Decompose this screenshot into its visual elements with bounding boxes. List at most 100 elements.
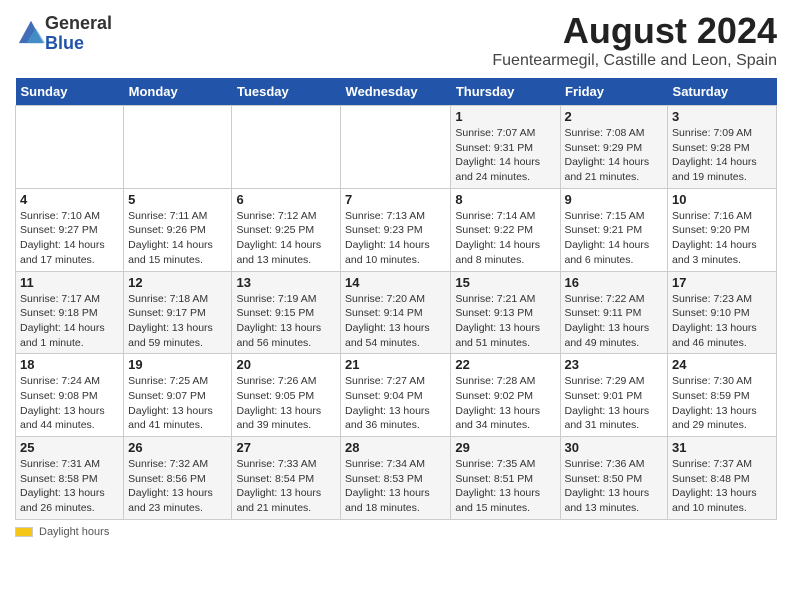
calendar-cell: 20 Sunrise: 7:26 AM Sunset: 9:05 PM Dayli…: [232, 354, 341, 437]
calendar-cell: 3 Sunrise: 7:09 AM Sunset: 9:28 PM Daylig…: [668, 106, 777, 189]
calendar-header-friday: Friday: [560, 78, 668, 106]
title-area: August 2024 Fuentearmegil, Castille and …: [492, 10, 777, 70]
day-number: 20: [236, 357, 336, 372]
day-number: 19: [128, 357, 227, 372]
day-number: 25: [20, 440, 119, 455]
day-info: Sunrise: 7:20 AM Sunset: 9:14 PM Dayligh…: [345, 292, 446, 351]
day-number: 28: [345, 440, 446, 455]
day-info: Sunrise: 7:11 AM Sunset: 9:26 PM Dayligh…: [128, 209, 227, 268]
day-info: Sunrise: 7:18 AM Sunset: 9:17 PM Dayligh…: [128, 292, 227, 351]
calendar-cell: 16Sunrise: 7:22 AM Sunset: 9:11 PM Dayli…: [560, 271, 668, 354]
day-info: Sunrise: 7:08 AM Sunset: 9:29 PM Dayligh…: [565, 126, 664, 185]
header: General Blue August 2024 Fuentearmegil, …: [15, 10, 777, 70]
day-number: 21: [345, 357, 446, 372]
day-number: 11: [20, 275, 119, 290]
day-info: Sunrise: 7:16 AM Sunset: 9:20 PM Dayligh…: [672, 209, 772, 268]
day-info: Sunrise: 7:15 AM Sunset: 9:21 PM Dayligh…: [565, 209, 664, 268]
day-info: Sunrise: 7:07 AM Sunset: 9:31 PM Dayligh…: [455, 126, 555, 185]
day-number: 22: [455, 357, 555, 372]
calendar-header-monday: Monday: [124, 78, 232, 106]
calendar-cell: [341, 106, 451, 189]
day-info: Sunrise: 7:09 AM Sunset: 9:28 PM Dayligh…: [672, 126, 772, 185]
day-number: 6: [236, 192, 336, 207]
day-info: Sunrise: 7:12 AM Sunset: 9:25 PM Dayligh…: [236, 209, 336, 268]
calendar-cell: 6 Sunrise: 7:12 AM Sunset: 9:25 PM Daylig…: [232, 188, 341, 271]
day-number: 26: [128, 440, 227, 455]
day-info: Sunrise: 7:28 AM Sunset: 9:02 PM Dayligh…: [455, 374, 555, 433]
calendar-cell: 17Sunrise: 7:23 AM Sunset: 9:10 PM Dayli…: [668, 271, 777, 354]
calendar-cell: 29Sunrise: 7:35 AM Sunset: 8:51 PM Dayli…: [451, 437, 560, 520]
day-number: 10: [672, 192, 772, 207]
daylight-label: Daylight hours: [39, 526, 109, 538]
day-number: 24: [672, 357, 772, 372]
calendar-cell: 24 Sunrise: 7:30 AM Sunset: 8:59 PM Dayli…: [668, 354, 777, 437]
main-title: August 2024: [492, 10, 777, 52]
day-number: 31: [672, 440, 772, 455]
calendar-cell: 10 Sunrise: 7:16 AM Sunset: 9:20 PM Dayli…: [668, 188, 777, 271]
day-number: 4: [20, 192, 119, 207]
calendar-cell: 30Sunrise: 7:36 AM Sunset: 8:50 PM Dayli…: [560, 437, 668, 520]
calendar-cell: 8 Sunrise: 7:14 AM Sunset: 9:22 PM Daylig…: [451, 188, 560, 271]
day-info: Sunrise: 7:21 AM Sunset: 9:13 PM Dayligh…: [455, 292, 555, 351]
day-number: 8: [455, 192, 555, 207]
day-info: Sunrise: 7:31 AM Sunset: 8:58 PM Dayligh…: [20, 457, 119, 516]
day-info: Sunrise: 7:13 AM Sunset: 9:23 PM Dayligh…: [345, 209, 446, 268]
calendar-cell: 11 Sunrise: 7:17 AM Sunset: 9:18 PM Dayli…: [16, 271, 124, 354]
day-info: Sunrise: 7:33 AM Sunset: 8:54 PM Dayligh…: [236, 457, 336, 516]
day-number: 3: [672, 109, 772, 124]
calendar-header-saturday: Saturday: [668, 78, 777, 106]
day-number: 5: [128, 192, 227, 207]
subtitle: Fuentearmegil, Castille and Leon, Spain: [492, 52, 777, 70]
calendar-cell: [124, 106, 232, 189]
day-info: Sunrise: 7:23 AM Sunset: 9:10 PM Dayligh…: [672, 292, 772, 351]
day-number: 23: [565, 357, 664, 372]
calendar-table: SundayMondayTuesdayWednesdayThursdayFrid…: [15, 78, 777, 520]
day-info: Sunrise: 7:37 AM Sunset: 8:48 PM Dayligh…: [672, 457, 772, 516]
day-info: Sunrise: 7:24 AM Sunset: 9:08 PM Dayligh…: [20, 374, 119, 433]
day-number: 7: [345, 192, 446, 207]
day-number: 1: [455, 109, 555, 124]
calendar-cell: 22 Sunrise: 7:28 AM Sunset: 9:02 PM Dayli…: [451, 354, 560, 437]
calendar-cell: 5 Sunrise: 7:11 AM Sunset: 9:26 PM Daylig…: [124, 188, 232, 271]
day-number: 29: [455, 440, 555, 455]
day-info: Sunrise: 7:29 AM Sunset: 9:01 PM Dayligh…: [565, 374, 664, 433]
day-number: 27: [236, 440, 336, 455]
calendar-cell: 19 Sunrise: 7:25 AM Sunset: 9:07 PM Dayli…: [124, 354, 232, 437]
day-info: Sunrise: 7:27 AM Sunset: 9:04 PM Dayligh…: [345, 374, 446, 433]
day-info: Sunrise: 7:10 AM Sunset: 9:27 PM Dayligh…: [20, 209, 119, 268]
calendar-cell: 21 Sunrise: 7:27 AM Sunset: 9:04 PM Dayli…: [341, 354, 451, 437]
day-number: 15: [455, 275, 555, 290]
calendar-cell: 9 Sunrise: 7:15 AM Sunset: 9:21 PM Daylig…: [560, 188, 668, 271]
calendar-cell: 1 Sunrise: 7:07 AM Sunset: 9:31 PM Daylig…: [451, 106, 560, 189]
day-info: Sunrise: 7:25 AM Sunset: 9:07 PM Dayligh…: [128, 374, 227, 433]
calendar-cell: 25 Sunrise: 7:31 AM Sunset: 8:58 PM Dayli…: [16, 437, 124, 520]
day-number: 12: [128, 275, 227, 290]
calendar-cell: 18 Sunrise: 7:24 AM Sunset: 9:08 PM Dayli…: [16, 354, 124, 437]
day-info: Sunrise: 7:17 AM Sunset: 9:18 PM Dayligh…: [20, 292, 119, 351]
calendar-cell: [232, 106, 341, 189]
calendar-header-wednesday: Wednesday: [341, 78, 451, 106]
calendar-header-tuesday: Tuesday: [232, 78, 341, 106]
footer-note: Daylight hours: [15, 526, 777, 538]
calendar-cell: 31 Sunrise: 7:37 AM Sunset: 8:48 PM Dayli…: [668, 437, 777, 520]
day-info: Sunrise: 7:26 AM Sunset: 9:05 PM Dayligh…: [236, 374, 336, 433]
day-info: Sunrise: 7:19 AM Sunset: 9:15 PM Dayligh…: [236, 292, 336, 351]
day-number: 9: [565, 192, 664, 207]
calendar-header-sunday: Sunday: [16, 78, 124, 106]
day-number: 16: [565, 275, 664, 290]
calendar-cell: 13Sunrise: 7:19 AM Sunset: 9:15 PM Dayli…: [232, 271, 341, 354]
calendar-cell: [16, 106, 124, 189]
day-number: 14: [345, 275, 446, 290]
calendar-cell: 4 Sunrise: 7:10 AM Sunset: 9:27 PM Daylig…: [16, 188, 124, 271]
calendar-cell: 27 Sunrise: 7:33 AM Sunset: 8:54 PM Dayli…: [232, 437, 341, 520]
day-info: Sunrise: 7:14 AM Sunset: 9:22 PM Dayligh…: [455, 209, 555, 268]
logo-general-text: General: [45, 13, 112, 33]
logo-icon: [17, 17, 45, 45]
calendar-cell: 15 Sunrise: 7:21 AM Sunset: 9:13 PM Dayli…: [451, 271, 560, 354]
calendar-header-thursday: Thursday: [451, 78, 560, 106]
calendar-cell: 14 Sunrise: 7:20 AM Sunset: 9:14 PM Dayli…: [341, 271, 451, 354]
calendar-cell: 12 Sunrise: 7:18 AM Sunset: 9:17 PM Dayli…: [124, 271, 232, 354]
day-info: Sunrise: 7:30 AM Sunset: 8:59 PM Dayligh…: [672, 374, 772, 433]
calendar-cell: 23 Sunrise: 7:29 AM Sunset: 9:01 PM Dayli…: [560, 354, 668, 437]
day-number: 18: [20, 357, 119, 372]
